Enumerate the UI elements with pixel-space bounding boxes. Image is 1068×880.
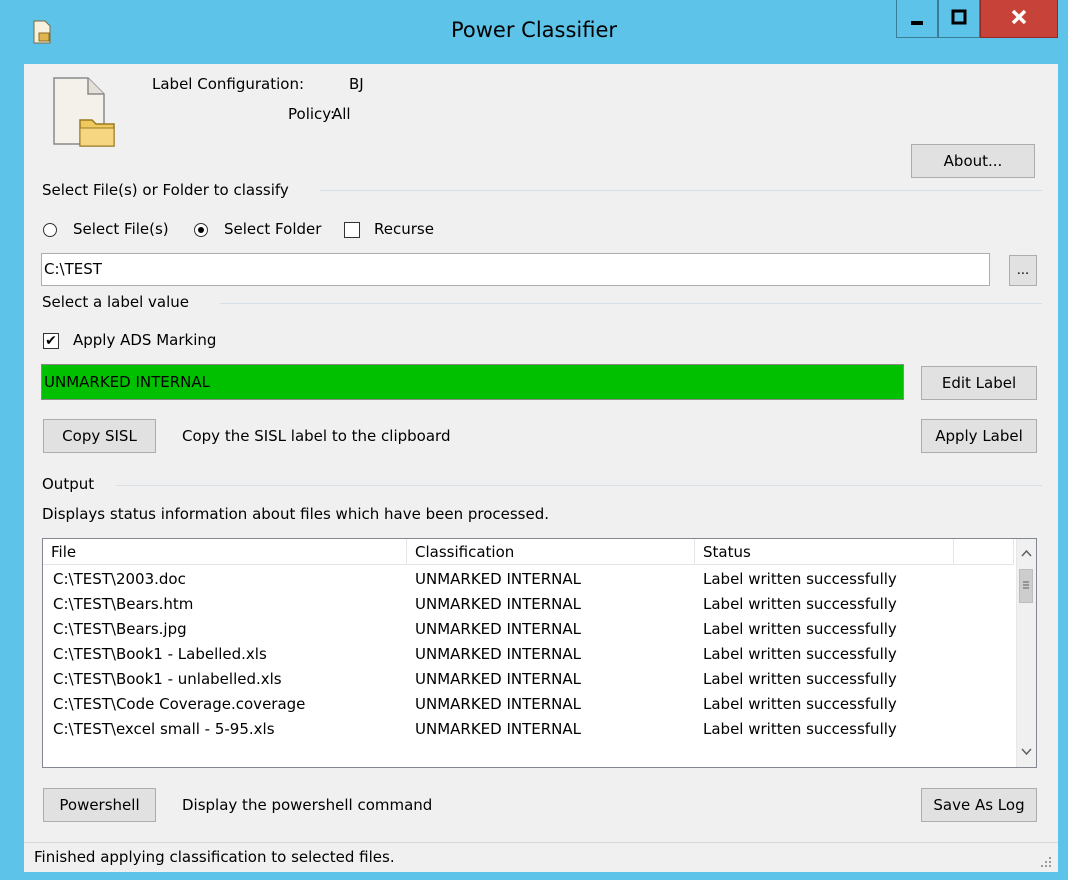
cell-status: Label written successfully: [703, 570, 897, 588]
apply-label-button[interactable]: Apply Label: [921, 419, 1037, 453]
output-description: Displays status information about files …: [42, 505, 549, 523]
table-row[interactable]: C:\TEST\Bears.htm UNMARKED INTERNAL Labe…: [43, 592, 1013, 617]
scroll-up-icon[interactable]: [1021, 549, 1032, 557]
path-input[interactable]: C:\TEST: [41, 253, 990, 286]
cell-file: C:\TEST\Bears.jpg: [53, 620, 187, 638]
close-icon: [1011, 9, 1027, 25]
output-section-divider: [116, 485, 1042, 486]
column-header-blank: [954, 539, 1014, 565]
cell-file: C:\TEST\Code Coverage.coverage: [53, 695, 306, 713]
about-button[interactable]: About...: [911, 144, 1035, 178]
column-header-status[interactable]: Status: [695, 539, 954, 565]
maximize-button[interactable]: [938, 0, 980, 38]
minimize-icon: [911, 21, 923, 25]
copy-sisl-description: Copy the SISL label to the clipboard: [182, 427, 451, 445]
cell-file: C:\TEST\2003.doc: [53, 570, 186, 588]
recurse-checkbox[interactable]: [344, 222, 360, 238]
policy-caption: Policy:: [288, 105, 336, 123]
output-list[interactable]: File Classification Status C:\TEST\2003.…: [42, 538, 1037, 768]
cell-classification: UNMARKED INTERNAL: [415, 695, 582, 713]
cell-file: C:\TEST\Book1 - Labelled.xls: [53, 645, 267, 663]
label-config-value: BJ: [349, 75, 364, 93]
edit-label-button[interactable]: Edit Label: [921, 366, 1037, 400]
cell-classification: UNMARKED INTERNAL: [415, 720, 582, 738]
label-section-divider: [220, 303, 1042, 304]
policy-value: All: [332, 105, 351, 123]
label-config-caption: Label Configuration:: [152, 75, 305, 93]
label-section-heading: Select a label value: [42, 293, 190, 311]
recurse-label[interactable]: Recurse: [374, 220, 434, 238]
cell-status: Label written successfully: [703, 695, 897, 713]
cell-classification: UNMARKED INTERNAL: [415, 570, 582, 588]
table-row[interactable]: C:\TEST\2003.doc UNMARKED INTERNAL Label…: [43, 567, 1013, 592]
table-row[interactable]: C:\TEST\Bears.jpg UNMARKED INTERNAL Labe…: [43, 617, 1013, 642]
cell-classification: UNMARKED INTERNAL: [415, 670, 582, 688]
cell-status: Label written successfully: [703, 620, 897, 638]
maximize-icon: [951, 9, 967, 25]
apply-ads-checkbox[interactable]: ✔: [43, 333, 59, 349]
copy-sisl-button[interactable]: Copy SISL: [43, 419, 156, 453]
column-header-file[interactable]: File: [43, 539, 407, 565]
minimize-button[interactable]: [896, 0, 938, 38]
label-value-display: UNMARKED INTERNAL: [41, 364, 904, 400]
table-row[interactable]: C:\TEST\Code Coverage.coverage UNMARKED …: [43, 692, 1013, 717]
cell-classification: UNMARKED INTERNAL: [415, 595, 582, 613]
scroll-thumb[interactable]: [1019, 569, 1033, 603]
output-section-heading: Output: [42, 475, 95, 493]
title-bar[interactable]: Power Classifier: [0, 0, 1068, 64]
cell-status: Label written successfully: [703, 595, 897, 613]
status-bar: Finished applying classification to sele…: [24, 842, 1058, 872]
powershell-description: Display the powershell command: [182, 796, 433, 814]
select-section-heading: Select File(s) or Folder to classify: [42, 181, 289, 199]
powershell-button[interactable]: Powershell: [43, 788, 156, 822]
close-button[interactable]: [980, 0, 1058, 38]
table-row[interactable]: C:\TEST\excel small - 5-95.xls UNMARKED …: [43, 717, 1013, 742]
client-area: Label Configuration: BJ Policy: All Abou…: [24, 64, 1058, 872]
table-row[interactable]: C:\TEST\Book1 - unlabelled.xls UNMARKED …: [43, 667, 1013, 692]
table-row[interactable]: C:\TEST\Book1 - Labelled.xls UNMARKED IN…: [43, 642, 1013, 667]
scroll-down-icon[interactable]: [1021, 748, 1032, 756]
cell-file: C:\TEST\Book1 - unlabelled.xls: [53, 670, 282, 688]
radio-select-folder[interactable]: [194, 223, 208, 237]
save-as-log-button[interactable]: Save As Log: [921, 788, 1037, 822]
cell-status: Label written successfully: [703, 720, 897, 738]
cell-file: C:\TEST\Bears.htm: [53, 595, 194, 613]
status-text: Finished applying classification to sele…: [34, 848, 395, 866]
app-window: Power Classifier Label Configuration: BJ…: [0, 0, 1068, 880]
cell-classification: UNMARKED INTERNAL: [415, 620, 582, 638]
browse-button[interactable]: ...: [1009, 255, 1037, 286]
column-header-classification[interactable]: Classification: [407, 539, 695, 565]
cell-status: Label written successfully: [703, 670, 897, 688]
apply-ads-label[interactable]: Apply ADS Marking: [73, 331, 216, 349]
vertical-scrollbar[interactable]: [1016, 539, 1036, 767]
select-section-divider: [320, 190, 1042, 191]
cell-file: C:\TEST\excel small - 5-95.xls: [53, 720, 275, 738]
radio-select-files[interactable]: [43, 223, 57, 237]
cell-status: Label written successfully: [703, 645, 897, 663]
file-folder-icon: [53, 77, 115, 147]
grip-icon: [1023, 581, 1029, 589]
radio-select-folder-label[interactable]: Select Folder: [224, 220, 321, 238]
radio-select-files-label[interactable]: Select File(s): [73, 220, 169, 238]
resize-grip-icon[interactable]: [1038, 854, 1052, 868]
cell-classification: UNMARKED INTERNAL: [415, 645, 582, 663]
